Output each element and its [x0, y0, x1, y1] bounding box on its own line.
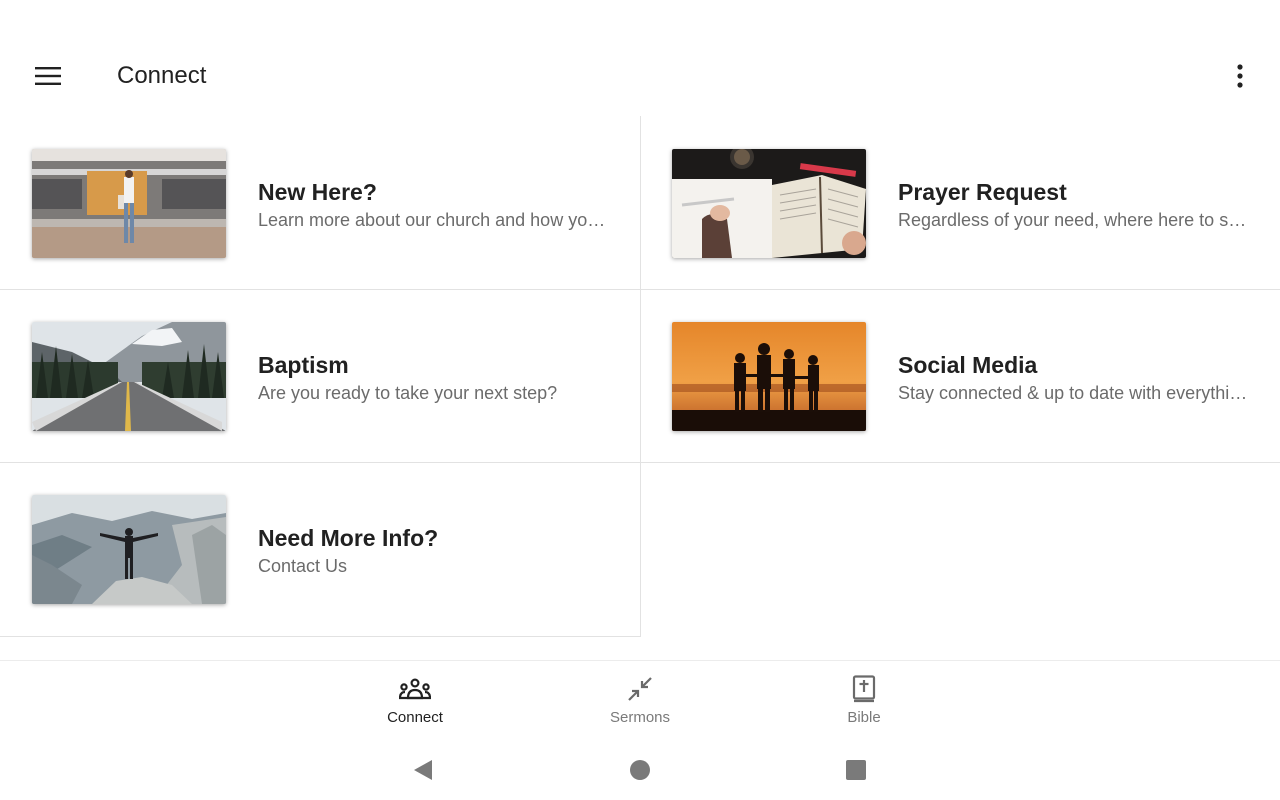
card-prayer-request[interactable]: Prayer Request Regardless of your need, … — [640, 116, 1280, 289]
home-circle-icon[interactable] — [624, 754, 656, 786]
card-subtitle: Contact Us — [258, 556, 348, 576]
card-title: Prayer Request — [898, 179, 1067, 205]
card-subtitle: Regardless of your need, where here to s… — [898, 210, 1250, 230]
app-bar: Connect — [0, 36, 1280, 116]
bottom-navigation: Connect Sermons Bible — [0, 660, 1280, 741]
card-need-more-info[interactable]: Need More Info? Contact Us — [0, 462, 640, 635]
nav-bible[interactable]: Bible — [794, 661, 934, 741]
row-divider — [0, 462, 1280, 463]
nav-label: Sermons — [609, 709, 671, 726]
page-title: Connect — [117, 62, 207, 89]
cliff-person-photo — [32, 495, 226, 604]
card-subtitle: Are you ready to take your next step? — [258, 383, 558, 403]
nav-label: Bible — [847, 709, 881, 726]
card-social-media[interactable]: Social Media Stay connected & up to date… — [640, 289, 1280, 462]
nav-label: Connect — [387, 709, 443, 726]
back-triangle-icon[interactable] — [407, 754, 439, 786]
card-title: Social Media — [898, 352, 1038, 378]
hamburger-menu-icon[interactable] — [24, 52, 72, 100]
column-divider — [640, 116, 641, 636]
bible-book-icon — [846, 675, 882, 703]
card-title: Baptism — [258, 352, 349, 378]
row-divider — [0, 636, 641, 637]
card-title: New Here? — [258, 179, 377, 205]
train-station-photo — [32, 149, 226, 258]
card-subtitle: Learn more about our church and how you … — [258, 210, 610, 230]
nav-sermons[interactable]: Sermons — [570, 661, 710, 741]
card-title: Need More Info? — [258, 525, 439, 551]
more-vert-icon[interactable] — [1216, 52, 1264, 100]
mountain-road-photo — [32, 322, 226, 431]
recents-square-icon[interactable] — [840, 754, 872, 786]
card-baptism[interactable]: Baptism Are you ready to take your next … — [0, 289, 640, 462]
card-new-here[interactable]: New Here? Learn more about our church an… — [0, 116, 640, 289]
system-navigation-bar — [0, 740, 1280, 800]
people-group-icon — [397, 675, 433, 703]
status-bar — [0, 0, 1280, 36]
sunset-silhouettes-photo — [672, 322, 866, 431]
row-divider — [0, 289, 1280, 290]
nav-connect[interactable]: Connect — [345, 661, 485, 741]
bible-journal-photo — [672, 149, 866, 258]
card-subtitle: Stay connected & up to date with everyth… — [898, 383, 1250, 403]
collapse-arrows-icon — [622, 675, 658, 703]
